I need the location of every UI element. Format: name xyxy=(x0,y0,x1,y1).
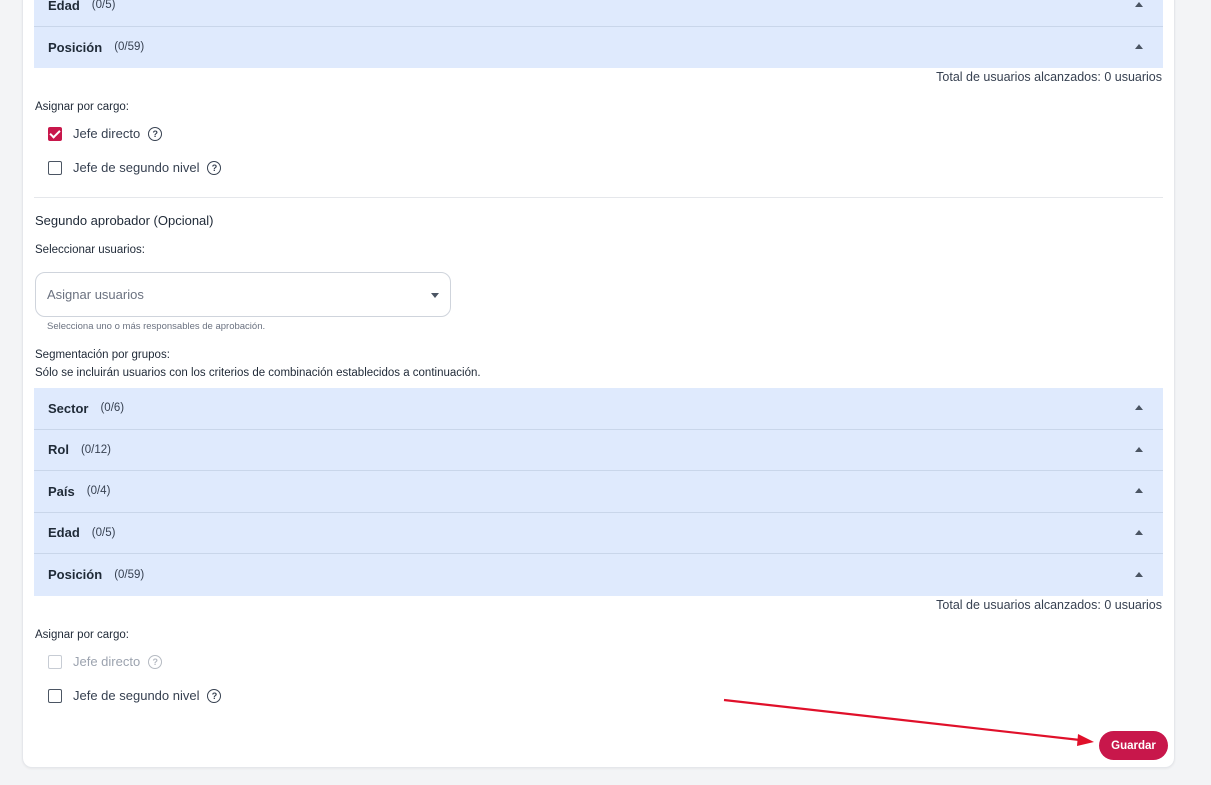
annotation-arrow-icon xyxy=(723,698,1094,746)
save-button[interactable]: Guardar xyxy=(1099,731,1168,760)
